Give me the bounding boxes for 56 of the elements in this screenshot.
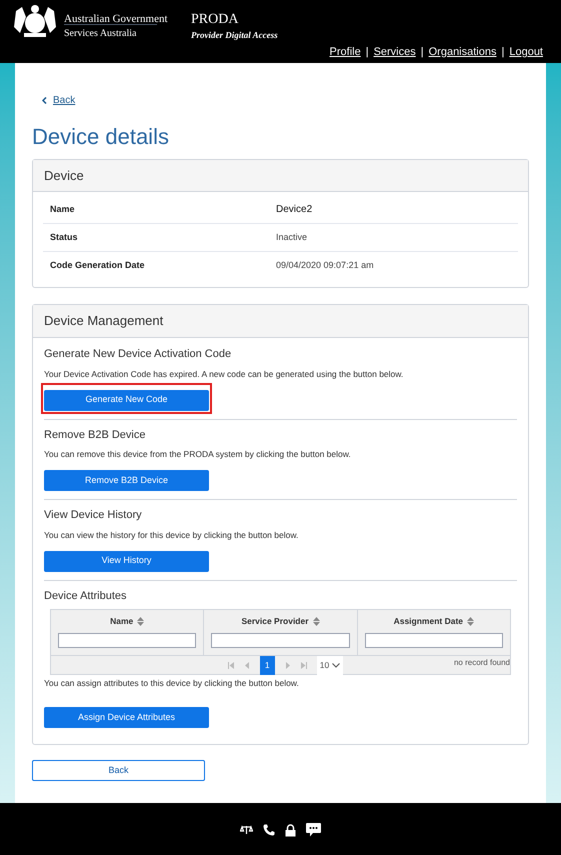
field-value: 09/04/2020 09:07:21 am bbox=[276, 259, 374, 272]
field-value: Device2 bbox=[276, 203, 312, 217]
chat-icon[interactable] bbox=[306, 823, 321, 837]
panel-title: Device Management bbox=[44, 312, 164, 330]
padlock-icon[interactable] bbox=[285, 824, 296, 836]
sort-icon bbox=[312, 616, 320, 626]
previous-page-icon[interactable] bbox=[244, 662, 250, 668]
nav-link[interactable]: Services bbox=[374, 44, 416, 60]
scales-icon[interactable] bbox=[240, 825, 253, 835]
page-title: Device details bbox=[32, 123, 170, 151]
section-title: Generate New Device Activation Code bbox=[44, 347, 232, 362]
app-subtitle: Provider Digital Access bbox=[191, 29, 278, 42]
empty-message: no record found bbox=[454, 657, 510, 669]
column-header[interactable]: Service Provider bbox=[241, 614, 309, 628]
action-button[interactable]: Assign Device Attributes bbox=[44, 707, 209, 728]
column-header[interactable]: Assignment Date bbox=[394, 614, 464, 628]
filter-field[interactable] bbox=[211, 632, 350, 648]
next-page-icon[interactable] bbox=[284, 662, 291, 668]
phone-icon[interactable] bbox=[263, 824, 275, 836]
back-link[interactable]: Back bbox=[42, 93, 529, 108]
nav-link[interactable]: Profile bbox=[330, 44, 361, 60]
page-button[interactable]: 1 bbox=[260, 656, 275, 674]
section-text: You can view the history for this device by clicking the button below. bbox=[44, 528, 300, 542]
field-value: Inactive bbox=[276, 230, 308, 244]
first-page-icon[interactable] bbox=[228, 662, 234, 668]
section-text: You can remove this device from the PRODA system by clicking the button below. bbox=[44, 448, 352, 461]
section-text: You can assign attributes to this device by clicking the button below. bbox=[44, 677, 300, 690]
nav-separator: | bbox=[420, 45, 424, 60]
sort-icon bbox=[137, 616, 144, 626]
section-text: Your Device Activation Code has expired. A new code can be generated using the button below. bbox=[44, 368, 404, 380]
app-name: PRODA bbox=[191, 11, 238, 29]
section-title: Remove B2B Device bbox=[44, 428, 146, 442]
section-title: Device Attributes bbox=[44, 588, 128, 604]
chevron-down-icon bbox=[332, 662, 340, 668]
filter-field[interactable] bbox=[364, 632, 503, 648]
page-size-select[interactable]: 10 bbox=[316, 656, 344, 674]
nav-link[interactable]: Logout bbox=[509, 44, 543, 60]
agency-name: Australian Government bbox=[64, 12, 168, 27]
action-button[interactable]: View History bbox=[44, 550, 209, 572]
filter-field[interactable] bbox=[58, 632, 196, 648]
field-label: Code Generation Date bbox=[49, 259, 146, 272]
action-button[interactable]: Generate New Code bbox=[44, 390, 209, 410]
nav-link[interactable]: Organisations bbox=[428, 44, 496, 60]
section-title: View Device History bbox=[44, 508, 143, 523]
action-button[interactable]: Remove B2B Device bbox=[44, 470, 209, 491]
sort-icon bbox=[467, 616, 474, 626]
nav-separator: | bbox=[366, 45, 369, 60]
field-label: Name bbox=[49, 202, 76, 216]
chevron-left-icon bbox=[42, 97, 47, 104]
department-name: Services Australia bbox=[64, 27, 136, 41]
back-button[interactable]: Back bbox=[32, 760, 205, 781]
column-header[interactable]: Name bbox=[110, 614, 134, 628]
nav-separator: | bbox=[501, 45, 504, 60]
last-page-icon[interactable] bbox=[300, 662, 307, 668]
field-label: Status bbox=[49, 230, 79, 244]
panel-title: Device bbox=[44, 166, 84, 185]
